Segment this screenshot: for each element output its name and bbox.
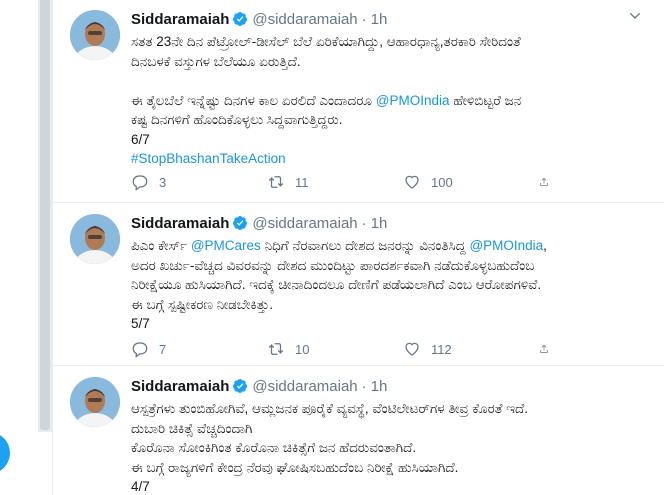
avatar[interactable] — [70, 10, 120, 60]
line-text: ಪಿಎಂ ಕೇರ್ಸ್ — [131, 238, 191, 253]
tweet[interactable]: Siddaramaiah @siddaramaiah · 1h ಸತತ 23ನೇ… — [53, 0, 664, 203]
tweet-actions: 3 11 100 — [131, 172, 559, 192]
author-handle[interactable]: @siddaramaiah — [252, 11, 357, 28]
reply-button[interactable]: 3 — [131, 173, 267, 191]
like-count: 112 — [431, 341, 452, 357]
line-text: , — [543, 238, 547, 253]
tweet-line: ಈ ಬಗ್ಗೆ ಸ್ಪಷ್ಟೀಕರಣ ನೀಡಬೇಕಿತ್ತು. — [131, 296, 274, 312]
verified-badge-icon — [233, 379, 248, 393]
tweet-actions: 7 10 112 — [131, 339, 559, 359]
line-text: ಹೇಳಿಬಿಟ್ಟರೆ ಜನ — [449, 92, 522, 108]
tweet-line: ಈ ಬಗ್ಗೆ ರಾಜ್ಯಗಳಿಗೆ ಕೇಂದ್ರ ನೆರವು ಘೋಷಿಸಬಹು… — [131, 459, 459, 475]
verified-badge-icon — [233, 216, 248, 230]
reply-count: 3 — [159, 174, 167, 190]
separator-dot: · — [361, 214, 367, 232]
line-text: ಈ ತೈಲಬೆಲೆ ಇನ್ನೆಷ್ಟು ದಿನಗಳ ಕಾಲ ಏರಲಿದೆ ಎಂದ… — [131, 92, 376, 108]
tweet-line: ಅದರ ಖರ್ಚು-ವೆಚ್ಚದ ವಿವರವನ್ನು ದೇಶದ ಮುಂದಿಟ್ಟ… — [131, 257, 535, 273]
heart-icon — [405, 175, 419, 189]
reply-icon — [132, 342, 148, 358]
timestamp[interactable]: 1h — [371, 378, 388, 395]
separator-dot: · — [361, 10, 367, 28]
thread-counter: 4/7 — [131, 479, 150, 494]
mention-link[interactable]: @PMCares — [191, 238, 261, 253]
author-name[interactable]: Siddaramaiah — [131, 11, 229, 28]
reply-icon — [132, 175, 148, 191]
avatar[interactable] — [70, 214, 120, 264]
retweet-icon — [268, 343, 284, 355]
scrollbar-thumb[interactable] — [40, 0, 50, 430]
author-name[interactable]: Siddaramaiah — [131, 215, 229, 232]
tweet-text: ಸತತ 23ನೇ ದಿನ ಪೆಟ್ರೋಲ್-ಡೀಸೆಲ್ ಬೆಲೆ ಏರಿಕೆಯ… — [131, 32, 629, 169]
tweet-line: ನಿರೀಕ್ಷೆಯೂ ಹುಸಿಯಾಗಿದೆ. ಇದಕ್ಕೆ ಚೀನಾದಿಂದಲೂ… — [131, 277, 542, 292]
share-icon — [540, 344, 548, 353]
tweet[interactable]: Siddaramaiah @siddaramaiah · 1h ಪಿಎಂ ಕೇರ… — [53, 204, 664, 366]
hashtag-link[interactable]: #StopBhashanTakeAction — [131, 151, 286, 166]
tweet-line: ಆಸ್ಪತ್ರೆಗಳು ತುಂಬಿಹೋಗಿವೆ, ಆಮ್ಲಜನಕ ಪೂರೈಕೆ … — [131, 401, 528, 416]
separator-dot: · — [361, 377, 367, 395]
thread-counter: 6/7 — [131, 131, 150, 147]
like-count: 100 — [431, 174, 453, 190]
retweet-count: 11 — [295, 174, 309, 190]
heart-icon — [405, 342, 419, 356]
timeline: Siddaramaiah @siddaramaiah · 1h ಸತತ 23ನೇ… — [52, 0, 664, 495]
tweet-text: ಪಿಎಂ ಕೇರ್ಸ್ @PMCares ನಿಧಿಗೆ ನೆರವಾಗಲು ದೇಶ… — [131, 236, 629, 334]
author-name[interactable]: Siddaramaiah — [131, 378, 229, 395]
tweet-header: Siddaramaiah @siddaramaiah · 1h — [131, 377, 651, 395]
chevron-down-icon[interactable] — [627, 8, 643, 24]
line-text: ನಿಧಿಗೆ ನೆರವಾಗಲು ದೇಶದ ಜನರನ್ನು ವಿನಂತಿಸಿದ್ದ — [260, 238, 470, 253]
tweet-content: Siddaramaiah @siddaramaiah · 1h ಪಿಎಂ ಕೇರ… — [131, 214, 651, 334]
share-icon — [540, 177, 548, 186]
tweet-text: ಆಸ್ಪತ್ರೆಗಳು ತುಂಬಿಹೋಗಿವೆ, ಆಮ್ಲಜನಕ ಪೂರೈಕೆ … — [131, 399, 629, 495]
mention-link[interactable]: @PMOIndia — [469, 238, 543, 253]
retweet-icon — [268, 176, 284, 188]
timestamp[interactable]: 1h — [371, 215, 388, 232]
verified-badge-icon — [233, 12, 248, 26]
tweet-line: ಕೊರೊನಾ ಸೋಂಕಿಗಿಂತ ಕೊರೊನಾ ಚಿಕಿತ್ಸೆಗೆ ಜನ ಹೆ… — [131, 440, 417, 455]
retweet-button[interactable]: 10 — [267, 340, 403, 358]
avatar[interactable] — [70, 377, 120, 427]
tweet-header: Siddaramaiah @siddaramaiah · 1h — [131, 10, 651, 28]
tweet-line: ಪಿಎಂ ಕೇರ್ಸ್ @PMCares ನಿಧಿಗೆ ನೆರವಾಗಲು ದೇಶ… — [131, 236, 629, 256]
mention-link[interactable]: @PMOIndia — [376, 93, 450, 108]
tweet-line: ಸತತ 23ನೇ ದಿನ ಪೆಟ್ರೋಲ್-ಡೀಸೆಲ್ ಬೆಲೆ ಏರಿಕೆಯ… — [131, 34, 521, 49]
share-button[interactable] — [539, 340, 559, 358]
tweet-content: Siddaramaiah @siddaramaiah · 1h ಆಸ್ಪತ್ರೆ… — [131, 377, 651, 495]
thread-counter: 5/7 — [131, 316, 150, 331]
reply-count: 7 — [159, 341, 167, 357]
author-handle[interactable]: @siddaramaiah — [252, 378, 357, 395]
share-button[interactable] — [539, 173, 559, 191]
author-handle[interactable]: @siddaramaiah — [252, 215, 357, 232]
retweet-count: 10 — [295, 341, 310, 357]
timestamp[interactable]: 1h — [371, 11, 388, 28]
tweet-line: #StopBhashanTakeAction — [131, 149, 629, 169]
tweet-line: ದುಬಾರಿ ಚಿಕಿತ್ಸೆ ವೆಚ್ಚದಿಂದಾಗಿ — [131, 420, 253, 436]
like-button[interactable]: 100 — [403, 173, 539, 191]
tweet-content: Siddaramaiah @siddaramaiah · 1h ಸತತ 23ನೇ… — [131, 10, 651, 169]
tweet-line: ದಿನಬಳಕೆ ವಸ್ತುಗಳ ಬೆಲೆಯೂ ಏರುತ್ತಿದೆ. — [131, 53, 301, 69]
like-button[interactable]: 112 — [403, 340, 539, 358]
tweet-line: ಕಷ್ಟ ದಿನಗಳಿಗೆ ಹೊಂದಿಕೊಳ್ಳಲು ಸಿದ್ದವಾಗುತ್ತಿ… — [131, 112, 343, 127]
tweet[interactable]: Siddaramaiah @siddaramaiah · 1h ಆಸ್ಪತ್ರೆ… — [53, 367, 664, 495]
reply-button[interactable]: 7 — [131, 340, 267, 358]
retweet-button[interactable]: 11 — [267, 173, 403, 191]
tweet-header: Siddaramaiah @siddaramaiah · 1h — [131, 214, 651, 232]
tweet-line: ಈ ತೈಲಬೆಲೆ ಇನ್ನೆಷ್ಟು ದಿನಗಳ ಕಾಲ ಏರಲಿದೆ ಎಂದ… — [131, 91, 629, 111]
